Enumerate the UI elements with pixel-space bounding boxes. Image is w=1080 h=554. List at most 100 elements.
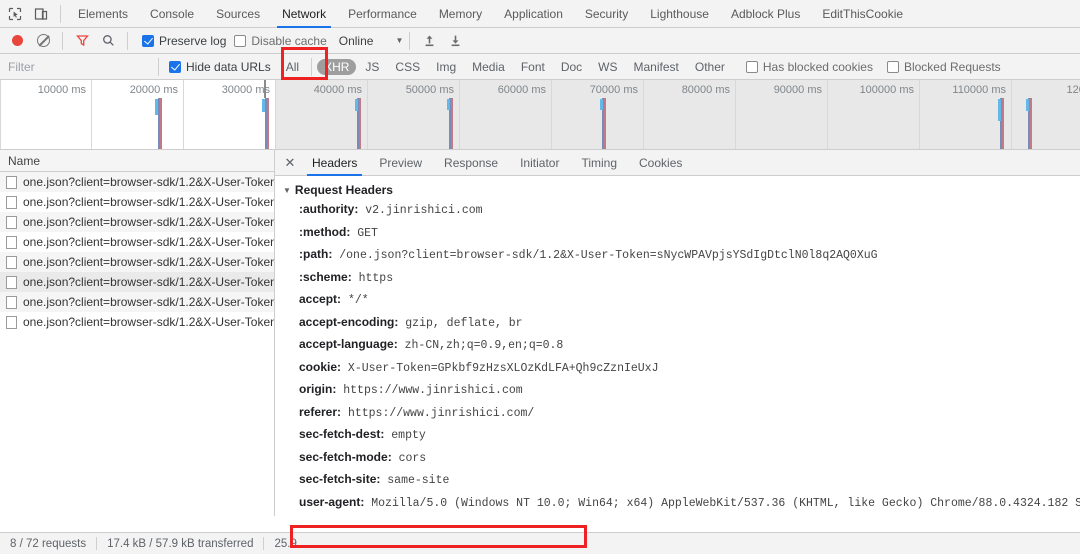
overview-tick-label: 1200 [1066,84,1080,96]
header-key: :path: [299,247,333,261]
blocked-requests-label: Blocked Requests [903,59,1001,74]
blocked-requests-checkbox[interactable]: Blocked Requests [886,59,1001,74]
table-row[interactable]: one.json?client=browser-sdk/1.2&X-User-T… [0,312,274,332]
header-key: sec-fetch-dest: [299,427,385,441]
overview-tick-label: 40000 ms [313,84,362,96]
filter-type-other[interactable]: Other [688,59,732,75]
filter-type-xhr[interactable]: XHR [317,58,357,75]
tab-network[interactable]: Network [271,0,337,28]
overview-request-bar [1002,98,1004,149]
filter-type-all[interactable]: All [279,59,306,75]
overview-tick-label: 20000 ms [129,84,178,96]
header-value: empty [391,429,426,442]
header-key: sec-fetch-site: [299,472,381,486]
overview-request-bar [265,98,267,149]
header-row: user-agent: Mozilla/5.0 (Windows NT 10.0… [275,492,1080,515]
filter-type-css[interactable]: CSS [388,59,427,75]
request-detail-pane: ✕ Headers Preview Response Initiator Tim… [275,150,1080,516]
table-row[interactable]: one.json?client=browser-sdk/1.2&X-User-T… [0,292,274,312]
import-har-button[interactable] [416,28,442,54]
tab-timing[interactable]: Timing [570,150,628,176]
request-name: one.json?client=browser-sdk/1.2&X-User-T… [23,235,274,249]
filter-type-media[interactable]: Media [465,59,512,75]
tab-performance[interactable]: Performance [337,0,428,28]
search-button[interactable] [95,28,121,54]
export-har-button[interactable] [442,28,468,54]
header-value: GET [357,226,378,240]
tab-memory[interactable]: Memory [428,0,493,28]
network-main-area: Name one.json?client=browser-sdk/1.2&X-U… [0,150,1080,516]
filter-type-ws[interactable]: WS [591,59,624,75]
filter-type-doc[interactable]: Doc [554,59,589,75]
clear-button[interactable] [30,28,56,54]
filter-toggle-button[interactable] [69,28,95,54]
disable-cache-checkbox[interactable]: Disable cache [234,34,327,48]
resource-size: 25.9 [274,537,297,550]
filter-type-img[interactable]: Img [429,59,463,75]
hide-data-urls-checkbox[interactable]: Hide data URLs [169,60,271,74]
overview-tick-label: 60000 ms [497,84,546,96]
overview-request-bar [262,99,265,112]
tab-response[interactable]: Response [433,150,509,176]
document-icon [6,235,17,249]
filter-type-font[interactable]: Font [514,59,552,75]
document-icon [6,275,17,289]
filter-type-manifest[interactable]: Manifest [627,59,686,75]
blocked-requests-check-icon [886,60,899,73]
toolbar-divider-2 [127,31,128,50]
tab-adblock-plus[interactable]: Adblock Plus [720,0,811,28]
header-value: Mozilla/5.0 (Windows NT 10.0; Win64; x64… [371,496,1080,510]
chevron-down-icon: ▼ [283,185,291,195]
inspect-element-icon[interactable] [2,1,28,27]
header-row: origin: https://www.jinrishici.com [275,379,1080,402]
preserve-log-checkbox[interactable]: Preserve log [142,34,226,48]
header-value: */* [347,294,369,307]
section-label: Request Headers [294,183,393,197]
table-row[interactable]: one.json?client=browser-sdk/1.2&X-User-T… [0,172,274,192]
request-count: 8 / 72 requests [10,537,87,550]
table-row[interactable]: one.json?client=browser-sdk/1.2&X-User-T… [0,192,274,212]
filter-input[interactable] [0,53,152,80]
tab-editthiscookie[interactable]: EditThisCookie [811,0,914,28]
filter-type-js[interactable]: JS [358,59,386,75]
table-row[interactable]: one.json?client=browser-sdk/1.2&X-User-T… [0,252,274,272]
header-key: accept-language: [299,337,398,351]
tab-headers[interactable]: Headers [301,150,368,176]
record-button[interactable] [4,28,30,54]
request-name: one.json?client=browser-sdk/1.2&X-User-T… [23,275,274,289]
table-row[interactable]: one.json?client=browser-sdk/1.2&X-User-T… [0,232,274,252]
tab-preview[interactable]: Preview [368,150,433,176]
devtools-window: Elements Console Sources Network Perform… [0,0,1080,554]
toggle-device-toolbar-icon[interactable] [28,1,54,27]
header-key: :scheme: [299,269,352,284]
overview-tick-label: 50000 ms [405,84,454,96]
request-name: one.json?client=browser-sdk/1.2&X-User-T… [23,215,274,229]
request-headers-section-title[interactable]: ▼ Request Headers [275,181,1080,199]
has-blocked-cookies-checkbox[interactable]: Has blocked cookies [745,60,873,74]
throttling-select[interactable]: Online ▼ [339,34,404,48]
close-icon[interactable]: ✕ [279,155,301,171]
filterbar-divider-2 [311,57,313,76]
table-row[interactable]: one.json?client=browser-sdk/1.2&X-User-T… [0,212,274,232]
header-key: sec-fetch-mode: [299,449,392,464]
header-key: accept: [299,292,342,306]
tab-sources[interactable]: Sources [205,0,271,28]
tab-security[interactable]: Security [574,0,639,28]
tab-cookies[interactable]: Cookies [628,150,693,176]
request-list-pane: Name one.json?client=browser-sdk/1.2&X-U… [0,150,275,516]
search-icon [102,35,114,46]
network-overview-timeline[interactable]: 10000 ms 20000 ms 30000 ms 40000 ms 5000… [0,80,1080,150]
header-row: :method: GET [275,222,1080,245]
tab-console[interactable]: Console [139,0,205,28]
tab-application[interactable]: Application [493,0,574,28]
tab-elements[interactable]: Elements [67,0,139,28]
header-value: https [358,271,394,285]
table-row-selected[interactable]: one.json?client=browser-sdk/1.2&X-User-T… [0,272,274,292]
header-key: origin: [299,382,337,396]
overview-tick-label: 80000 ms [681,84,730,96]
document-icon [6,195,17,209]
tab-lighthouse[interactable]: Lighthouse [639,0,720,28]
request-list-column-header[interactable]: Name [0,150,274,172]
tab-initiator[interactable]: Initiator [509,150,570,176]
detail-tab-strip: ✕ Headers Preview Response Initiator Tim… [275,150,1080,176]
